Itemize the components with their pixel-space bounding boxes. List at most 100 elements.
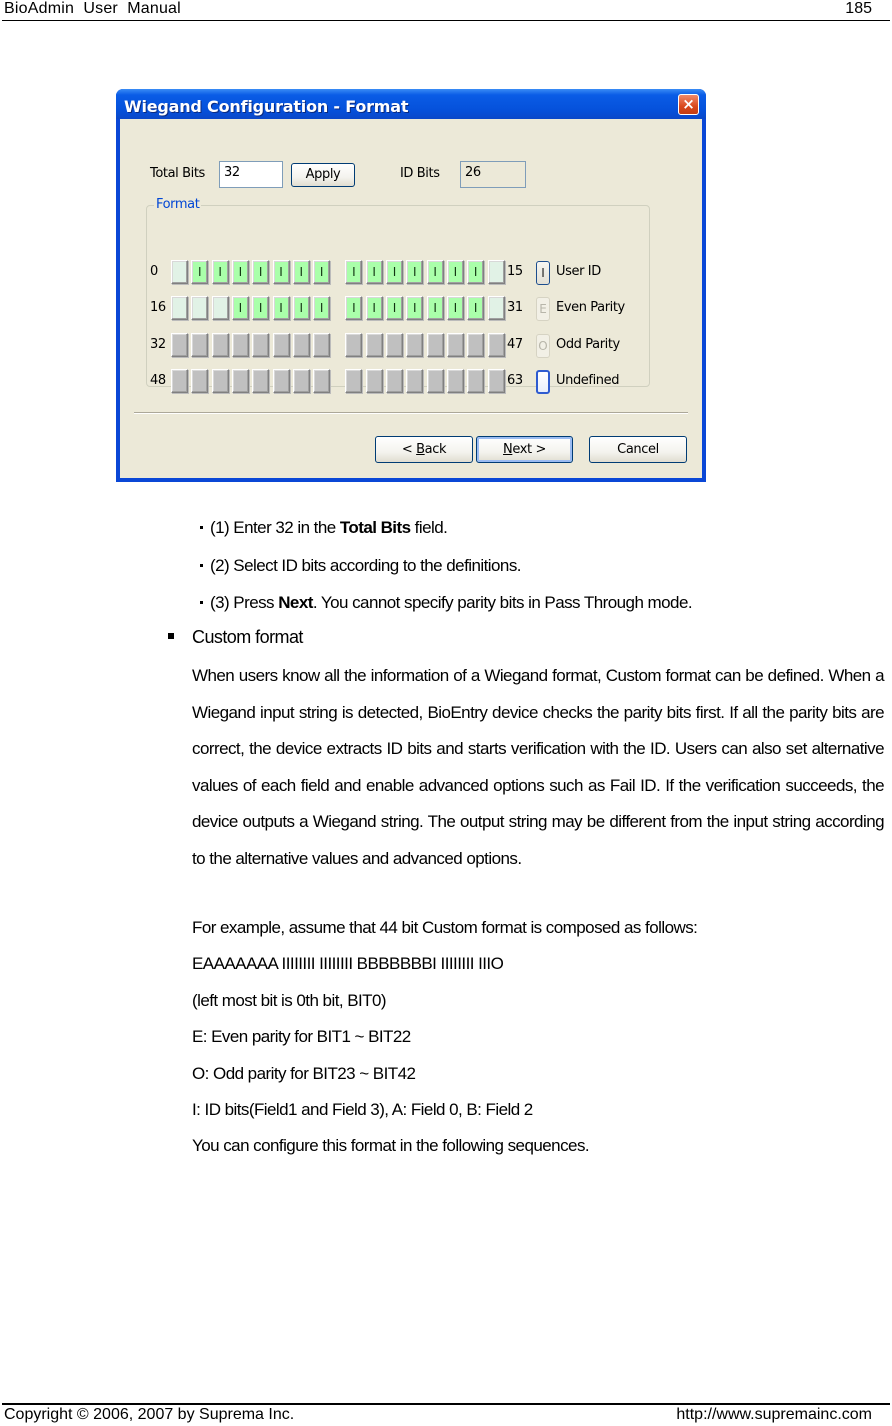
bit-cell[interactable] xyxy=(191,333,209,357)
bit-cell[interactable] xyxy=(272,369,290,393)
bit-cell[interactable] xyxy=(211,333,229,357)
row-end-label: 63 xyxy=(507,373,523,388)
bit-cell[interactable] xyxy=(231,369,249,393)
bit-cell[interactable] xyxy=(292,369,310,393)
bit-cell[interactable] xyxy=(272,333,290,357)
bit-cell[interactable]: I xyxy=(406,296,424,320)
step-1-post: field. xyxy=(410,518,448,537)
bit-cell[interactable] xyxy=(171,369,188,393)
manual-title: BioAdmin User Manual xyxy=(4,0,181,17)
bit-cell[interactable]: I xyxy=(252,260,270,284)
bit-cell[interactable]: I xyxy=(272,260,290,284)
dialog-body: Total Bits 32 Apply ID Bits 26 Format < … xyxy=(120,119,702,478)
step-1: (1) Enter 32 in the Total Bits field. xyxy=(210,518,448,538)
section-paragraph: When users know all the information of a… xyxy=(192,666,885,868)
close-icon[interactable]: × xyxy=(678,94,699,115)
apply-button[interactable]: Apply xyxy=(291,163,355,187)
bit-cell[interactable] xyxy=(313,369,331,393)
bit-cell[interactable] xyxy=(487,296,505,320)
bit-cell[interactable] xyxy=(487,260,505,284)
bit-cell[interactable] xyxy=(252,369,270,393)
next-button[interactable]: Next > xyxy=(476,436,573,463)
bit-cell[interactable]: I xyxy=(313,296,331,320)
row-end-label: 15 xyxy=(507,264,523,279)
bit-cell[interactable] xyxy=(345,333,363,357)
step-3: (3) Press Next. You cannot specify parit… xyxy=(210,593,693,613)
bit-cell[interactable] xyxy=(211,296,229,320)
bit-cell[interactable]: I xyxy=(406,260,424,284)
bit-cell[interactable] xyxy=(191,296,209,320)
bullet-icon xyxy=(200,564,203,567)
square-bullet-icon xyxy=(168,633,174,639)
back-prefix: < xyxy=(401,442,417,457)
bit-cell[interactable] xyxy=(292,333,310,357)
bit-cell[interactable] xyxy=(171,260,188,284)
bit-cell[interactable]: I xyxy=(292,260,310,284)
bit-cell[interactable] xyxy=(313,333,331,357)
bit-cell[interactable] xyxy=(467,369,485,393)
back-button[interactable]: < Back xyxy=(375,436,473,463)
bit-cell[interactable]: I xyxy=(446,296,464,320)
website-link[interactable]: http://www.supremainc.com xyxy=(676,1406,872,1424)
cancel-button[interactable]: Cancel xyxy=(589,436,687,463)
legend-user-id-button[interactable]: I xyxy=(536,261,550,285)
bit-cell[interactable] xyxy=(386,369,403,393)
header-rule xyxy=(2,20,890,21)
bit-cell[interactable]: I xyxy=(252,296,270,320)
step-1-bold: Total Bits xyxy=(339,518,411,537)
bit-cell[interactable]: I xyxy=(211,260,229,284)
bit-cell[interactable]: I xyxy=(386,260,403,284)
field-def: I: ID bits(Field1 and Field 3), A: Field… xyxy=(192,1100,533,1119)
bit-cell[interactable]: I xyxy=(426,296,444,320)
example-format-string: EAAAAAAA IIIIIIII IIIIIIII BBBBBBBI IIII… xyxy=(192,954,504,973)
legend-undefined-button[interactable] xyxy=(536,370,550,394)
next-rest: ext > xyxy=(512,442,546,457)
bit-cell[interactable] xyxy=(487,333,505,357)
bit-cell[interactable]: I xyxy=(426,260,444,284)
legend-even-parity-button[interactable]: E xyxy=(536,297,550,321)
bit-cell[interactable]: I xyxy=(365,260,383,284)
bit-cell[interactable] xyxy=(386,333,403,357)
step-3-bold: Next xyxy=(278,593,313,612)
bit-cell[interactable]: I xyxy=(446,260,464,284)
bit-cell[interactable]: I xyxy=(272,296,290,320)
bit-cell[interactable] xyxy=(171,333,188,357)
bit-cell[interactable] xyxy=(467,333,485,357)
bit-cell[interactable] xyxy=(446,333,464,357)
bit-cell[interactable]: I xyxy=(467,260,485,284)
bit-cell[interactable]: I xyxy=(231,260,249,284)
bit-cell[interactable] xyxy=(487,369,505,393)
bit-cell[interactable] xyxy=(231,333,249,357)
bit-cell[interactable] xyxy=(426,333,444,357)
legend-label: Odd Parity xyxy=(556,337,620,352)
back-mnemonic: B xyxy=(416,442,425,457)
bit-cell[interactable]: I xyxy=(313,260,331,284)
row-start-label: 48 xyxy=(150,373,166,388)
bit-cell[interactable] xyxy=(365,369,383,393)
bit-cell[interactable] xyxy=(426,369,444,393)
bit-cell[interactable]: I xyxy=(345,296,363,320)
bit-cell[interactable]: I xyxy=(386,296,403,320)
bit-cell[interactable]: I xyxy=(292,296,310,320)
bit-cell[interactable] xyxy=(345,369,363,393)
bit-cell[interactable] xyxy=(446,369,464,393)
section-heading: Custom format xyxy=(192,627,303,647)
row-start-label: 32 xyxy=(150,337,166,352)
bit-cell[interactable] xyxy=(211,369,229,393)
even-parity-def: E: Even parity for BIT1 ~ BIT22 xyxy=(192,1027,411,1046)
bit-cell[interactable]: I xyxy=(191,260,209,284)
bit-cell[interactable] xyxy=(171,296,188,320)
bit-cell[interactable]: I xyxy=(365,296,383,320)
bit-cell[interactable] xyxy=(252,333,270,357)
bit-cell[interactable]: I xyxy=(467,296,485,320)
legend-odd-parity-button[interactable]: O xyxy=(536,334,550,358)
bit-cell[interactable] xyxy=(406,369,424,393)
step-3-post: . You cannot specify parity bits in Pass… xyxy=(312,593,693,612)
bit-cell[interactable] xyxy=(406,333,424,357)
bit-cell[interactable]: I xyxy=(231,296,249,320)
total-bits-input[interactable]: 32 xyxy=(219,161,283,188)
example-intro: For example, assume that 44 bit Custom f… xyxy=(192,918,698,937)
bit-cell[interactable]: I xyxy=(345,260,363,284)
bit-cell[interactable] xyxy=(365,333,383,357)
bit-cell[interactable] xyxy=(191,369,209,393)
